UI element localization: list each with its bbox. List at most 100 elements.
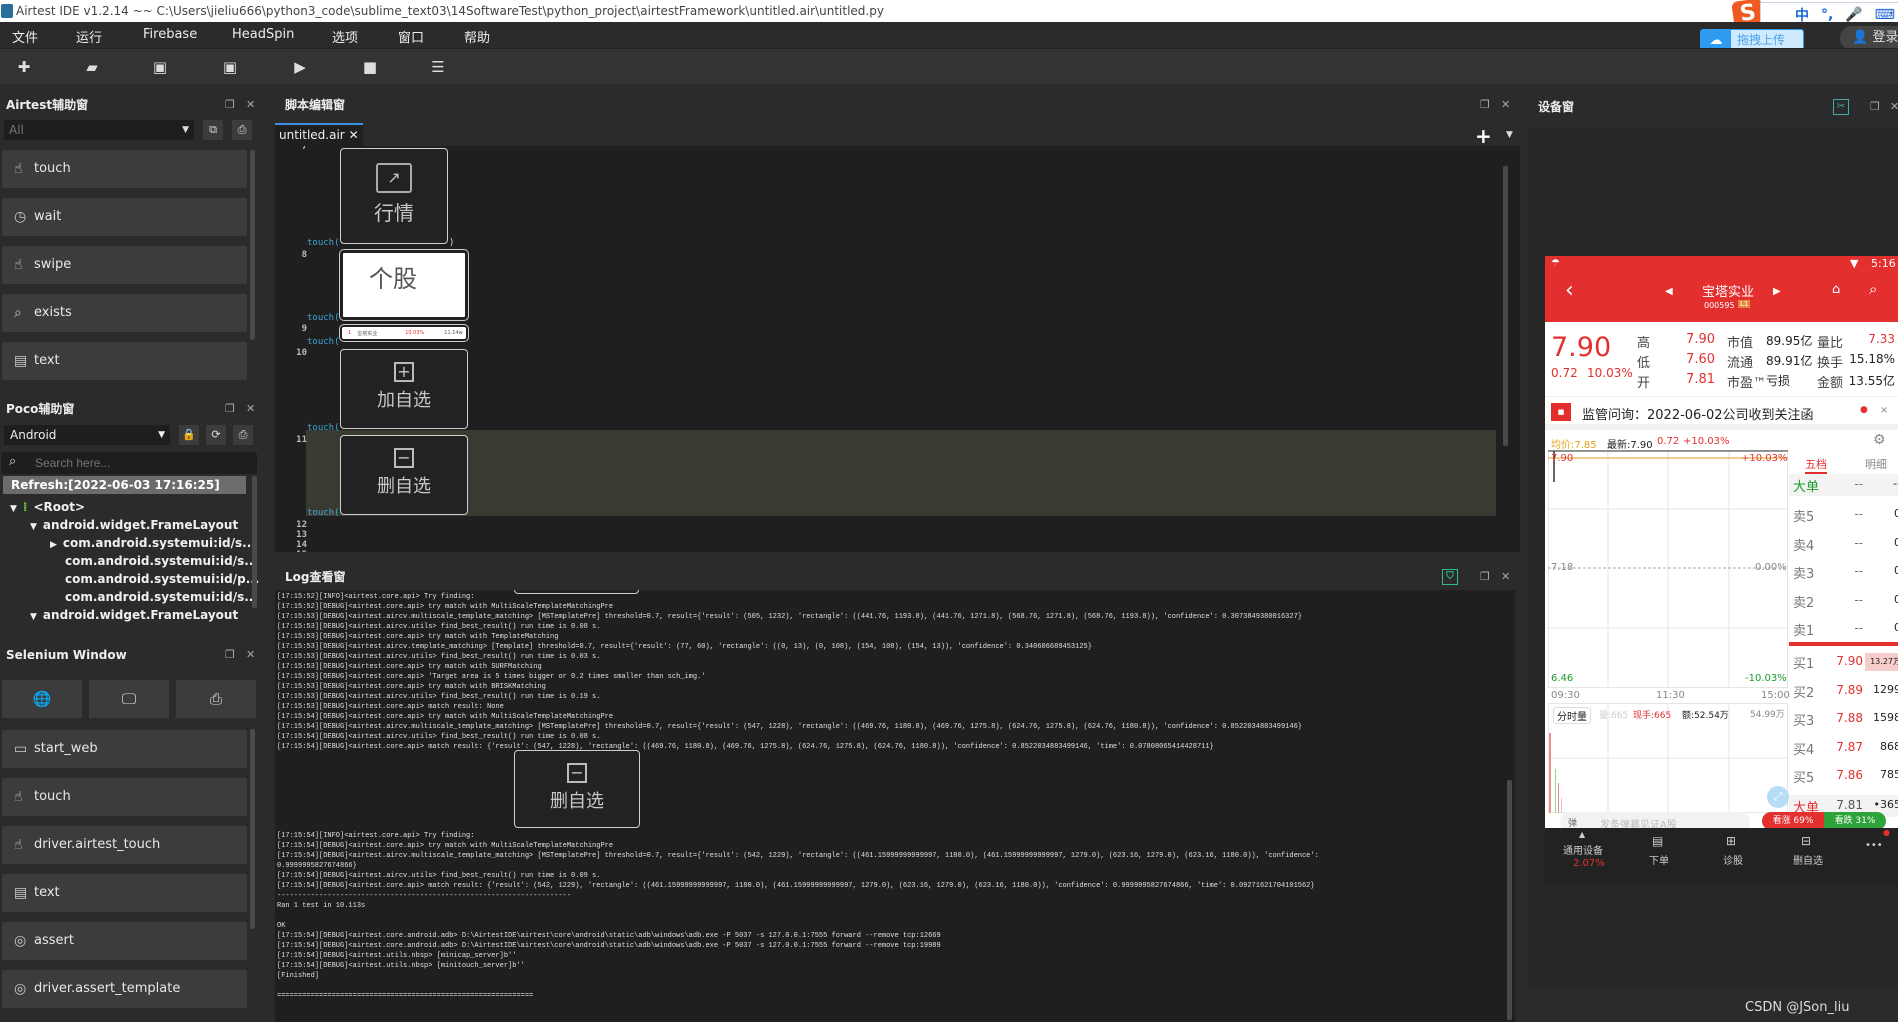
tree-node[interactable]: ▼ ⁞ <Root>: [10, 500, 85, 514]
scrollbar[interactable]: [1503, 166, 1508, 446]
save-icon[interactable]: ▣: [150, 57, 170, 77]
action-text[interactable]: ▤ text: [2, 874, 247, 912]
place-order-button[interactable]: 下单: [1649, 852, 1669, 867]
intraday-chart[interactable]: [1548, 450, 1788, 688]
expand-icon[interactable]: ⤢: [1767, 786, 1789, 808]
caret-down-icon[interactable]: ▼: [10, 504, 17, 514]
device-screen[interactable]: ☂ ▼ 5:16 ‹ ◀ 宝塔实业 000595 L1 ▶ ⌂ ⌕ 7.90 0…: [1545, 256, 1898, 884]
screenshot-icon[interactable]: ⎙: [232, 120, 252, 140]
chevron-down-icon[interactable]: ▼: [1506, 130, 1513, 140]
diagnose-stock-button[interactable]: 诊股: [1723, 852, 1743, 867]
ime-keyboard-icon[interactable]: ⌨: [1875, 7, 1895, 23]
record-icon[interactable]: ⎙: [176, 680, 256, 718]
remove-favorite-button[interactable]: 删自选: [1793, 852, 1823, 867]
ime-punct[interactable]: °,: [1821, 7, 1833, 23]
caret-down-icon[interactable]: ▼: [30, 612, 37, 622]
back-icon[interactable]: ‹: [1565, 278, 1574, 303]
close-notice-icon[interactable]: ×: [1880, 405, 1888, 416]
action-driver-assert-template[interactable]: ◎ driver.assert_template: [2, 970, 247, 1008]
device-label[interactable]: 通用设备: [1563, 842, 1603, 857]
record-icon[interactable]: ⧉: [203, 120, 223, 140]
volume-type-select[interactable]: 分时量: [1553, 707, 1591, 724]
menu-headspin[interactable]: HeadSpin: [232, 27, 294, 42]
action-driver-airtest-touch[interactable]: ☝ driver.airtest_touch: [2, 826, 247, 864]
prev-stock-icon[interactable]: ◀: [1665, 286, 1673, 297]
scrollbar[interactable]: [250, 150, 255, 340]
action-exists[interactable]: ⌕ exists: [2, 294, 247, 332]
search-icon[interactable]: ⌕: [1869, 280, 1877, 298]
float-icon[interactable]: ❐: [1480, 94, 1490, 116]
tree-node[interactable]: com.android.systemui:id/s...: [65, 590, 258, 604]
menu-file[interactable]: 文件: [12, 27, 38, 46]
menu-options[interactable]: 选项: [332, 27, 358, 46]
tools-icon[interactable]: ✂: [1833, 99, 1849, 115]
stop-icon[interactable]: ■: [360, 57, 380, 77]
platform-select[interactable]: Android ▼: [4, 425, 170, 445]
login-button[interactable]: 👤 登录: [1840, 26, 1898, 50]
template-image-remove-favorite[interactable]: − 删自选: [340, 435, 468, 515]
refresh-icon[interactable]: ⟳: [206, 425, 226, 445]
robot-icon[interactable]: ⌂: [1832, 282, 1840, 297]
open-folder-icon[interactable]: ▰: [82, 57, 102, 77]
caret-down-icon[interactable]: ▼: [30, 522, 37, 532]
action-wait[interactable]: ◷ wait: [2, 198, 247, 236]
menu-help[interactable]: 帮助: [464, 27, 490, 46]
scrollbar[interactable]: [250, 729, 255, 929]
tree-node[interactable]: ▼ android.widget.FrameLayout: [30, 608, 238, 622]
caret-right-icon[interactable]: ▶: [50, 540, 57, 550]
close-icon[interactable]: ✕: [246, 398, 255, 420]
menu-window[interactable]: 窗口: [398, 27, 424, 46]
tab-details[interactable]: 明细: [1865, 456, 1887, 472]
action-touch[interactable]: ☝ touch: [2, 150, 247, 188]
close-icon[interactable]: ✕: [1501, 94, 1510, 116]
tree-node[interactable]: ▼ android.widget.FrameLayout: [30, 518, 238, 532]
log-output[interactable]: − 删自选 [17:15:52][INFO]<airtest.core.api>…: [275, 590, 1515, 1022]
add-tab-icon[interactable]: +: [1475, 124, 1492, 148]
next-stock-icon[interactable]: ▶: [1773, 286, 1781, 297]
ime-voice-icon[interactable]: 🎤: [1845, 7, 1862, 23]
search-box[interactable]: ⌕: [1, 452, 257, 474]
scrollbar[interactable]: [1507, 780, 1512, 1020]
close-icon[interactable]: ✕: [1890, 96, 1898, 118]
filter-select[interactable]: All ▼: [4, 120, 194, 140]
tab-untitled-air[interactable]: untitled.air ✕: [275, 123, 363, 146]
lock-icon[interactable]: 🔒: [179, 425, 199, 445]
template-image-stock-row[interactable]: 1 宝塔实业 10.03% 11.14w: [339, 324, 469, 342]
code-area[interactable]: 7 8 9 10 11 12 13 14 15 touch( touch( to…: [275, 146, 1520, 552]
refresh-status[interactable]: Refresh:[2022-06-03 17:16:25]: [3, 476, 246, 494]
float-icon[interactable]: ❐: [225, 644, 235, 666]
tree-node[interactable]: com.android.systemui:id/p...: [65, 572, 259, 586]
browser-icon[interactable]: 🌐: [2, 680, 82, 718]
action-touch[interactable]: ☝ touch: [2, 778, 247, 816]
search-input[interactable]: [35, 455, 245, 471]
log-icon[interactable]: ☰: [428, 57, 448, 77]
tree-node[interactable]: com.android.systemui:id/s...: [65, 554, 258, 568]
float-icon[interactable]: ❐: [1480, 566, 1490, 588]
tab-five-levels[interactable]: 五档: [1805, 456, 1827, 474]
action-swipe[interactable]: ☝ swipe: [2, 246, 247, 284]
action-text[interactable]: ▤ text: [2, 342, 247, 380]
new-icon[interactable]: ✚: [14, 57, 34, 77]
float-icon[interactable]: ❐: [1870, 96, 1880, 118]
scrollbar[interactable]: [252, 476, 257, 608]
filter-icon[interactable]: ⛉: [1442, 569, 1458, 585]
tree-node[interactable]: ▶ com.android.systemui:id/s...: [50, 536, 256, 550]
close-icon[interactable]: ✕: [1501, 566, 1510, 588]
settings-gear-icon[interactable]: ⚙: [1873, 432, 1886, 448]
monitor-icon[interactable]: 🖵: [89, 680, 169, 718]
action-assert[interactable]: ◎ assert: [2, 922, 247, 960]
close-tab-icon[interactable]: ✕: [349, 128, 359, 142]
close-icon[interactable]: ✕: [246, 94, 255, 116]
close-icon[interactable]: ✕: [246, 644, 255, 666]
play-icon[interactable]: ▶: [290, 57, 310, 77]
menu-run[interactable]: 运行: [76, 27, 102, 46]
more-button[interactable]: •••: [1865, 840, 1883, 851]
record-icon[interactable]: ⎙: [233, 425, 253, 445]
menu-firebase[interactable]: Firebase: [143, 27, 197, 42]
template-image-add-favorite[interactable]: + 加自选: [340, 349, 468, 429]
save-as-icon[interactable]: ▣: [220, 57, 240, 77]
template-image-hangqing[interactable]: ↗ 行情: [340, 148, 448, 244]
float-icon[interactable]: ❐: [225, 398, 235, 420]
template-image-gegu[interactable]: 个股: [339, 249, 469, 321]
action-start-web[interactable]: ▭ start_web: [2, 730, 247, 768]
